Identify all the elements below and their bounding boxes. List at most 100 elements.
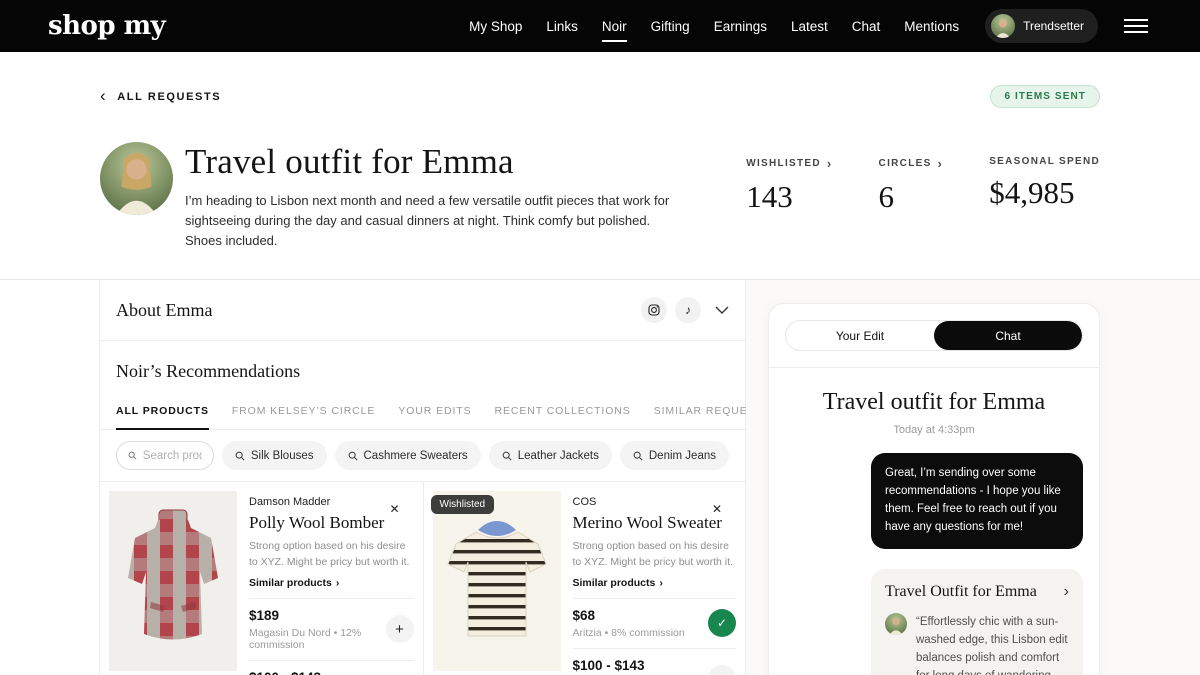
chevron-right-icon: › bbox=[938, 156, 944, 171]
chat-title: Travel outfit for Emma bbox=[769, 389, 1099, 416]
nav-item-my-shop[interactable]: My Shop bbox=[469, 13, 522, 40]
edit-card-title: Travel Outfit for Emma bbox=[885, 583, 1037, 601]
recommendations-title: Noir’s Recommendations bbox=[116, 361, 729, 382]
back-chevron-icon: ‹ bbox=[100, 87, 107, 104]
plus-icon: + bbox=[395, 621, 404, 638]
edit-card-quote-row: “Effortlessly chic with a sun-washed edg… bbox=[885, 613, 1069, 675]
search-icon bbox=[633, 451, 643, 461]
request-header: Travel outfit for Emma I’m heading to Li… bbox=[100, 142, 1100, 251]
tab-from-kelseys-circle[interactable]: FROM KELSEY’S CIRCLE bbox=[232, 405, 375, 429]
instagram-icon[interactable] bbox=[641, 297, 667, 323]
user-badge[interactable]: Trendsetter bbox=[985, 9, 1098, 43]
chip-denim-jeans[interactable]: Denim Jeans bbox=[620, 441, 729, 470]
filter-row: Silk Blouses Cashmere Sweaters Leather J… bbox=[100, 430, 745, 481]
product-tabs: ALL PRODUCTS FROM KELSEY’S CIRCLE YOUR E… bbox=[100, 405, 745, 430]
product-grid: ✕ Damson Madder Polly Wool Bomber Strong… bbox=[100, 481, 745, 675]
wishlisted-badge: Wishlisted bbox=[431, 495, 495, 514]
back-label: ALL REQUESTS bbox=[117, 91, 221, 103]
chip-label: Leather Jackets bbox=[518, 450, 599, 462]
stat-circles-value: 6 bbox=[879, 179, 944, 215]
product-card-polly-wool-bomber: ✕ Damson Madder Polly Wool Bomber Strong… bbox=[100, 482, 423, 675]
collapse-about-button[interactable] bbox=[715, 306, 729, 314]
about-section-header[interactable]: About Emma ♪ bbox=[100, 280, 745, 341]
content: About Emma ♪ Noir’s Recommendations ALL … bbox=[0, 280, 1200, 675]
search-icon bbox=[502, 451, 512, 461]
edit-chat-toggle: Your Edit Chat bbox=[785, 320, 1083, 351]
stat-seasonal-spend: SEASONAL SPEND $4,985 bbox=[989, 156, 1100, 215]
nav-item-gifting[interactable]: Gifting bbox=[651, 13, 690, 40]
product-name: Polly Wool Bomber bbox=[249, 513, 414, 533]
retailer-commission: Aritzia • 8% commission bbox=[573, 627, 685, 639]
chat-timestamp: Today at 4:33pm bbox=[769, 424, 1099, 436]
tiktok-glyph: ♪ bbox=[685, 303, 691, 317]
chip-leather-jackets[interactable]: Leather Jackets bbox=[489, 441, 612, 470]
stylist-avatar bbox=[885, 613, 907, 635]
price-range-row: $100 - $143 4 retailers • 8 - 12% commis… bbox=[249, 670, 414, 675]
divider bbox=[573, 648, 737, 649]
user-badge-label: Trendsetter bbox=[1023, 19, 1084, 33]
stat-seasonal-spend-label: SEASONAL SPEND bbox=[989, 156, 1100, 167]
nav-item-earnings[interactable]: Earnings bbox=[714, 13, 767, 40]
app-logo[interactable]: shop my bbox=[48, 11, 165, 41]
nav-item-noir[interactable]: Noir bbox=[602, 13, 627, 40]
stat-circles-label: CIRCLES bbox=[879, 158, 932, 169]
travel-outfit-edit-card[interactable]: Travel Outfit for Emma › “Effortlessly c… bbox=[871, 569, 1083, 675]
edit-card-quote: “Effortlessly chic with a sun-washed edg… bbox=[916, 613, 1069, 675]
tab-chat[interactable]: Chat bbox=[934, 321, 1082, 350]
social-icons: ♪ bbox=[641, 297, 729, 323]
product-search[interactable] bbox=[116, 441, 214, 470]
close-icon[interactable]: ✕ bbox=[712, 503, 722, 515]
tab-recent-collections[interactable]: RECENT COLLECTIONS bbox=[495, 405, 631, 429]
chip-label: Cashmere Sweaters bbox=[364, 450, 468, 462]
tab-your-edit[interactable]: Your Edit bbox=[786, 321, 934, 350]
tiktok-icon[interactable]: ♪ bbox=[675, 297, 701, 323]
stat-seasonal-spend-value: $4,985 bbox=[989, 175, 1100, 211]
similar-products-link[interactable]: Similar products › bbox=[249, 577, 414, 589]
stat-circles[interactable]: CIRCLES › 6 bbox=[879, 156, 944, 215]
price-range: $100 - $143 bbox=[573, 658, 709, 673]
product-image-striped-tee[interactable] bbox=[433, 491, 561, 671]
product-image-plaid-bomber[interactable] bbox=[109, 491, 237, 671]
price-row: $189 Magasin Du Nord • 12% commission + bbox=[249, 608, 414, 651]
product-card-merino-wool-sweater: Wishlisted ✕ COS Merino Wool Sweater Str… bbox=[423, 482, 746, 675]
search-icon bbox=[128, 450, 137, 461]
menu-icon[interactable] bbox=[1120, 15, 1152, 37]
chevron-right-icon: › bbox=[827, 156, 833, 171]
edit-card-header[interactable]: Travel Outfit for Emma › bbox=[885, 583, 1069, 601]
user-avatar bbox=[991, 14, 1015, 38]
requester-avatar bbox=[100, 142, 173, 215]
chevron-right-icon: › bbox=[336, 577, 340, 589]
back-all-requests-link[interactable]: ‹ ALL REQUESTS bbox=[100, 89, 221, 104]
items-sent-badge: 6 ITEMS SENT bbox=[990, 85, 1100, 108]
chip-label: Denim Jeans bbox=[649, 450, 716, 462]
close-icon[interactable]: ✕ bbox=[389, 503, 399, 515]
added-product-button[interactable]: ✓ bbox=[708, 609, 736, 637]
product-price: $68 bbox=[573, 608, 685, 623]
nav-item-links[interactable]: Links bbox=[546, 13, 578, 40]
search-icon bbox=[348, 451, 358, 461]
chat-message-bubble: Great, I’m sending over some recommendat… bbox=[871, 453, 1083, 548]
nav-item-latest[interactable]: Latest bbox=[791, 13, 828, 40]
add-product-button[interactable]: + bbox=[386, 615, 414, 643]
expand-retailers-button[interactable] bbox=[708, 665, 736, 675]
chip-cashmere-sweaters[interactable]: Cashmere Sweaters bbox=[335, 441, 481, 470]
price-range-row: $100 - $143 4 retailers • 8 - 12% commis… bbox=[573, 658, 737, 675]
divider bbox=[249, 660, 414, 661]
breadcrumb-row: ‹ ALL REQUESTS 6 ITEMS SENT bbox=[100, 85, 1100, 108]
stat-wishlisted-value: 143 bbox=[746, 179, 832, 215]
tab-your-edits[interactable]: YOUR EDITS bbox=[398, 405, 471, 429]
screen: shop my My Shop Links Noir Gifting Earni… bbox=[0, 0, 1200, 675]
nav-item-mentions[interactable]: Mentions bbox=[904, 13, 959, 40]
stat-wishlisted-label: WISHLISTED bbox=[746, 158, 821, 169]
similar-products-link[interactable]: Similar products › bbox=[573, 577, 737, 589]
product-name: Merino Wool Sweater bbox=[573, 513, 737, 533]
stat-wishlisted[interactable]: WISHLISTED › 143 bbox=[746, 156, 832, 215]
tab-all-products[interactable]: ALL PRODUCTS bbox=[116, 405, 209, 429]
request-description: I’m heading to Lisbon next month and nee… bbox=[185, 191, 677, 251]
search-input[interactable] bbox=[143, 450, 202, 462]
nav-item-chat[interactable]: Chat bbox=[852, 13, 881, 40]
chip-silk-blouses[interactable]: Silk Blouses bbox=[222, 441, 327, 470]
price-range: $100 - $143 bbox=[249, 670, 386, 675]
chip-label: Silk Blouses bbox=[251, 450, 314, 462]
chevron-right-icon: › bbox=[659, 577, 663, 589]
